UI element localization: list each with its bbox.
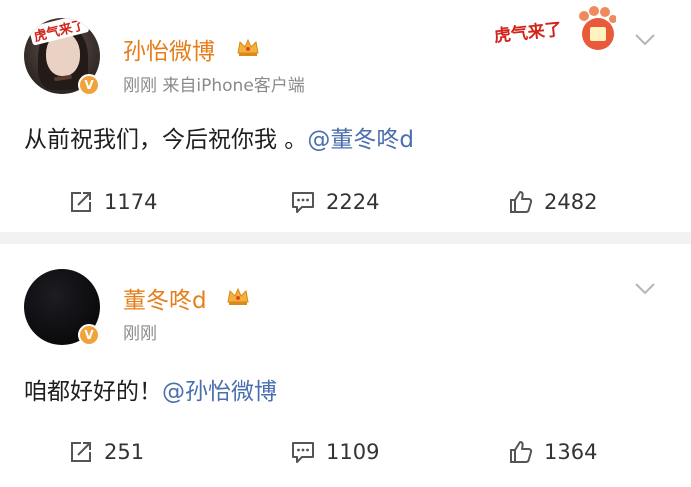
post-divider xyxy=(0,232,691,244)
like-button[interactable]: 2482 xyxy=(508,182,597,222)
like-count: 2482 xyxy=(544,190,598,214)
comment-count: 2224 xyxy=(326,190,380,214)
comment-count: 1109 xyxy=(326,440,380,464)
mention-link[interactable]: @孙怡微博 xyxy=(162,379,277,405)
repost-icon xyxy=(71,442,91,462)
post-content: 从前祝我们，今后祝你我 。@董冬咚d xyxy=(24,120,414,154)
repost-button[interactable]: 1174 xyxy=(68,182,157,222)
username[interactable]: 孙怡微博 xyxy=(123,32,215,66)
post-content: 咱都好好的！@孙怡微博 xyxy=(24,372,277,406)
action-bar: 251 1109 1364 xyxy=(0,432,691,472)
like-count: 1364 xyxy=(544,440,598,464)
post-text: 从前祝我们，今后祝你我 。 xyxy=(24,127,308,153)
like-icon xyxy=(510,191,533,213)
comment-button[interactable]: 1109 xyxy=(290,432,379,472)
weibo-post: V 董冬咚d 刚刚 咱都好好的！@孙怡微博 251 1109 1364 xyxy=(0,244,691,487)
repost-button[interactable]: 251 xyxy=(68,432,144,472)
chevron-down-icon[interactable] xyxy=(634,33,656,47)
verified-v-icon: V xyxy=(78,324,100,346)
crown-icon xyxy=(227,287,249,305)
chevron-down-icon[interactable] xyxy=(634,282,656,296)
post-meta: 刚刚 xyxy=(123,324,157,344)
verified-v-icon: V xyxy=(78,74,100,96)
comment-icon xyxy=(292,192,314,213)
post-meta: 刚刚 来自iPhone客户端 xyxy=(123,76,305,96)
comment-button[interactable]: 2224 xyxy=(290,182,379,222)
weibo-post: 虎气来了 V 孙怡微博 刚刚 来自iPhone客户端 从前祝我们，今后祝你我 。… xyxy=(0,0,691,232)
mention-link[interactable]: @董冬咚d xyxy=(307,127,414,153)
action-bar: 1174 2224 2482 xyxy=(0,182,691,222)
like-icon xyxy=(510,441,533,463)
tiger-year-badge: 虎气来了 xyxy=(493,6,616,50)
like-button[interactable]: 1364 xyxy=(508,432,597,472)
post-text: 咱都好好的！ xyxy=(24,379,162,405)
repost-count: 1174 xyxy=(104,190,158,214)
tiger-badge-text: 虎气来了 xyxy=(493,19,563,47)
crown-icon xyxy=(237,38,259,56)
repost-count: 251 xyxy=(104,440,145,464)
comment-icon xyxy=(292,442,314,463)
username[interactable]: 董冬咚d xyxy=(123,281,207,315)
repost-icon xyxy=(71,192,91,212)
